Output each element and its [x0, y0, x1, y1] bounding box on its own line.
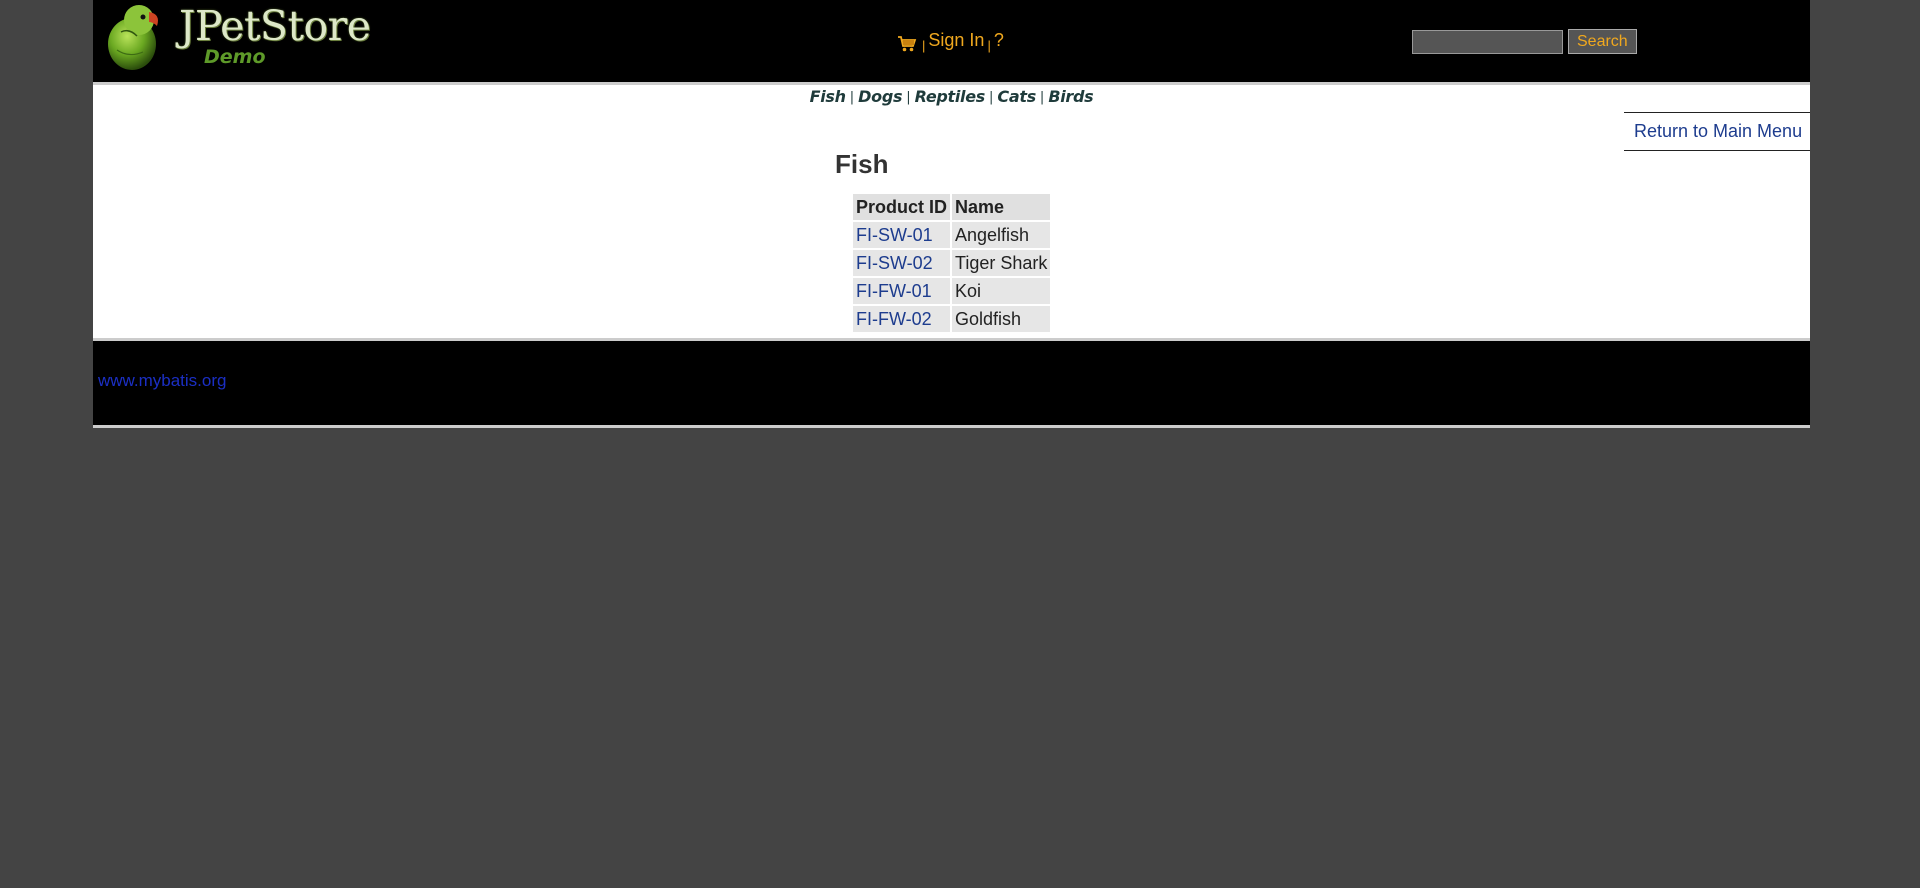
table-row: FI-SW-02 Tiger Shark: [853, 250, 1051, 276]
quicklink-fish[interactable]: Fish: [810, 87, 846, 106]
product-id-cell: FI-FW-01: [853, 278, 951, 304]
table-row: FI-FW-02 Goldfish: [853, 306, 1051, 332]
product-table: Product ID Name FI-SW-01 Angelfish FI-SW…: [851, 192, 1052, 334]
logo-brand-text: JPetStore: [179, 2, 371, 50]
product-name-cell: Goldfish: [952, 306, 1051, 332]
mybatis-link[interactable]: www.mybatis.org: [98, 371, 226, 391]
header: JPetStore Demo | Sign In | ? Search: [93, 0, 1810, 85]
product-id-link[interactable]: FI-SW-02: [856, 253, 933, 273]
search-form: Search: [1412, 29, 1637, 54]
help-link[interactable]: ?: [994, 30, 1004, 51]
menu-separator: |: [922, 38, 926, 53]
search-input[interactable]: [1412, 29, 1563, 54]
header-menu: | Sign In | ?: [897, 30, 1004, 53]
column-header-product-id: Product ID: [853, 194, 951, 220]
product-id-cell: FI-SW-02: [853, 250, 951, 276]
product-id-link[interactable]: FI-SW-01: [856, 225, 933, 245]
parrot-logo-icon: [108, 5, 158, 70]
product-id-link[interactable]: FI-FW-02: [856, 309, 932, 329]
logo-subtitle: Demo: [204, 46, 266, 68]
column-header-name: Name: [952, 194, 1051, 220]
product-name-cell: Tiger Shark: [952, 250, 1051, 276]
product-name-cell: Koi: [952, 278, 1051, 304]
quicklink-reptiles[interactable]: Reptiles: [915, 87, 986, 106]
page-wrapper: JPetStore Demo | Sign In | ? Search Fish…: [93, 0, 1810, 428]
quicklink-dogs[interactable]: Dogs: [858, 87, 902, 106]
logo[interactable]: JPetStore Demo: [103, 2, 373, 72]
content: Fish | Dogs | Reptiles | Cats | Birds Return to …: [93, 85, 1810, 338]
table-row: FI-SW-01 Angelfish: [853, 222, 1051, 248]
sign-in-link[interactable]: Sign In: [928, 30, 984, 51]
search-button[interactable]: Search: [1568, 29, 1637, 54]
product-name-cell: Angelfish: [952, 222, 1051, 248]
back-link-box: Return to Main Menu: [1624, 112, 1810, 151]
table-header-row: Product ID Name: [853, 194, 1051, 220]
quicklink-cats[interactable]: Cats: [997, 87, 1036, 106]
product-id-cell: FI-FW-02: [853, 306, 951, 332]
product-id-cell: FI-SW-01: [853, 222, 951, 248]
quicklink-separator: |: [989, 90, 994, 105]
category-quicklinks: Fish | Dogs | Reptiles | Cats | Birds: [93, 87, 1810, 106]
quicklink-separator: |: [849, 90, 855, 105]
page-title: Fish: [835, 149, 889, 179]
return-to-main-menu-link[interactable]: Return to Main Menu: [1634, 121, 1802, 142]
quicklink-birds[interactable]: Birds: [1048, 87, 1093, 106]
quicklink-separator: |: [906, 90, 911, 105]
shopping-cart-icon[interactable]: [897, 35, 917, 53]
menu-separator: |: [987, 38, 991, 53]
quicklink-separator: |: [1039, 90, 1045, 105]
product-id-link[interactable]: FI-FW-01: [856, 281, 932, 301]
table-row: FI-FW-01 Koi: [853, 278, 1051, 304]
footer: www.mybatis.org: [93, 338, 1810, 428]
